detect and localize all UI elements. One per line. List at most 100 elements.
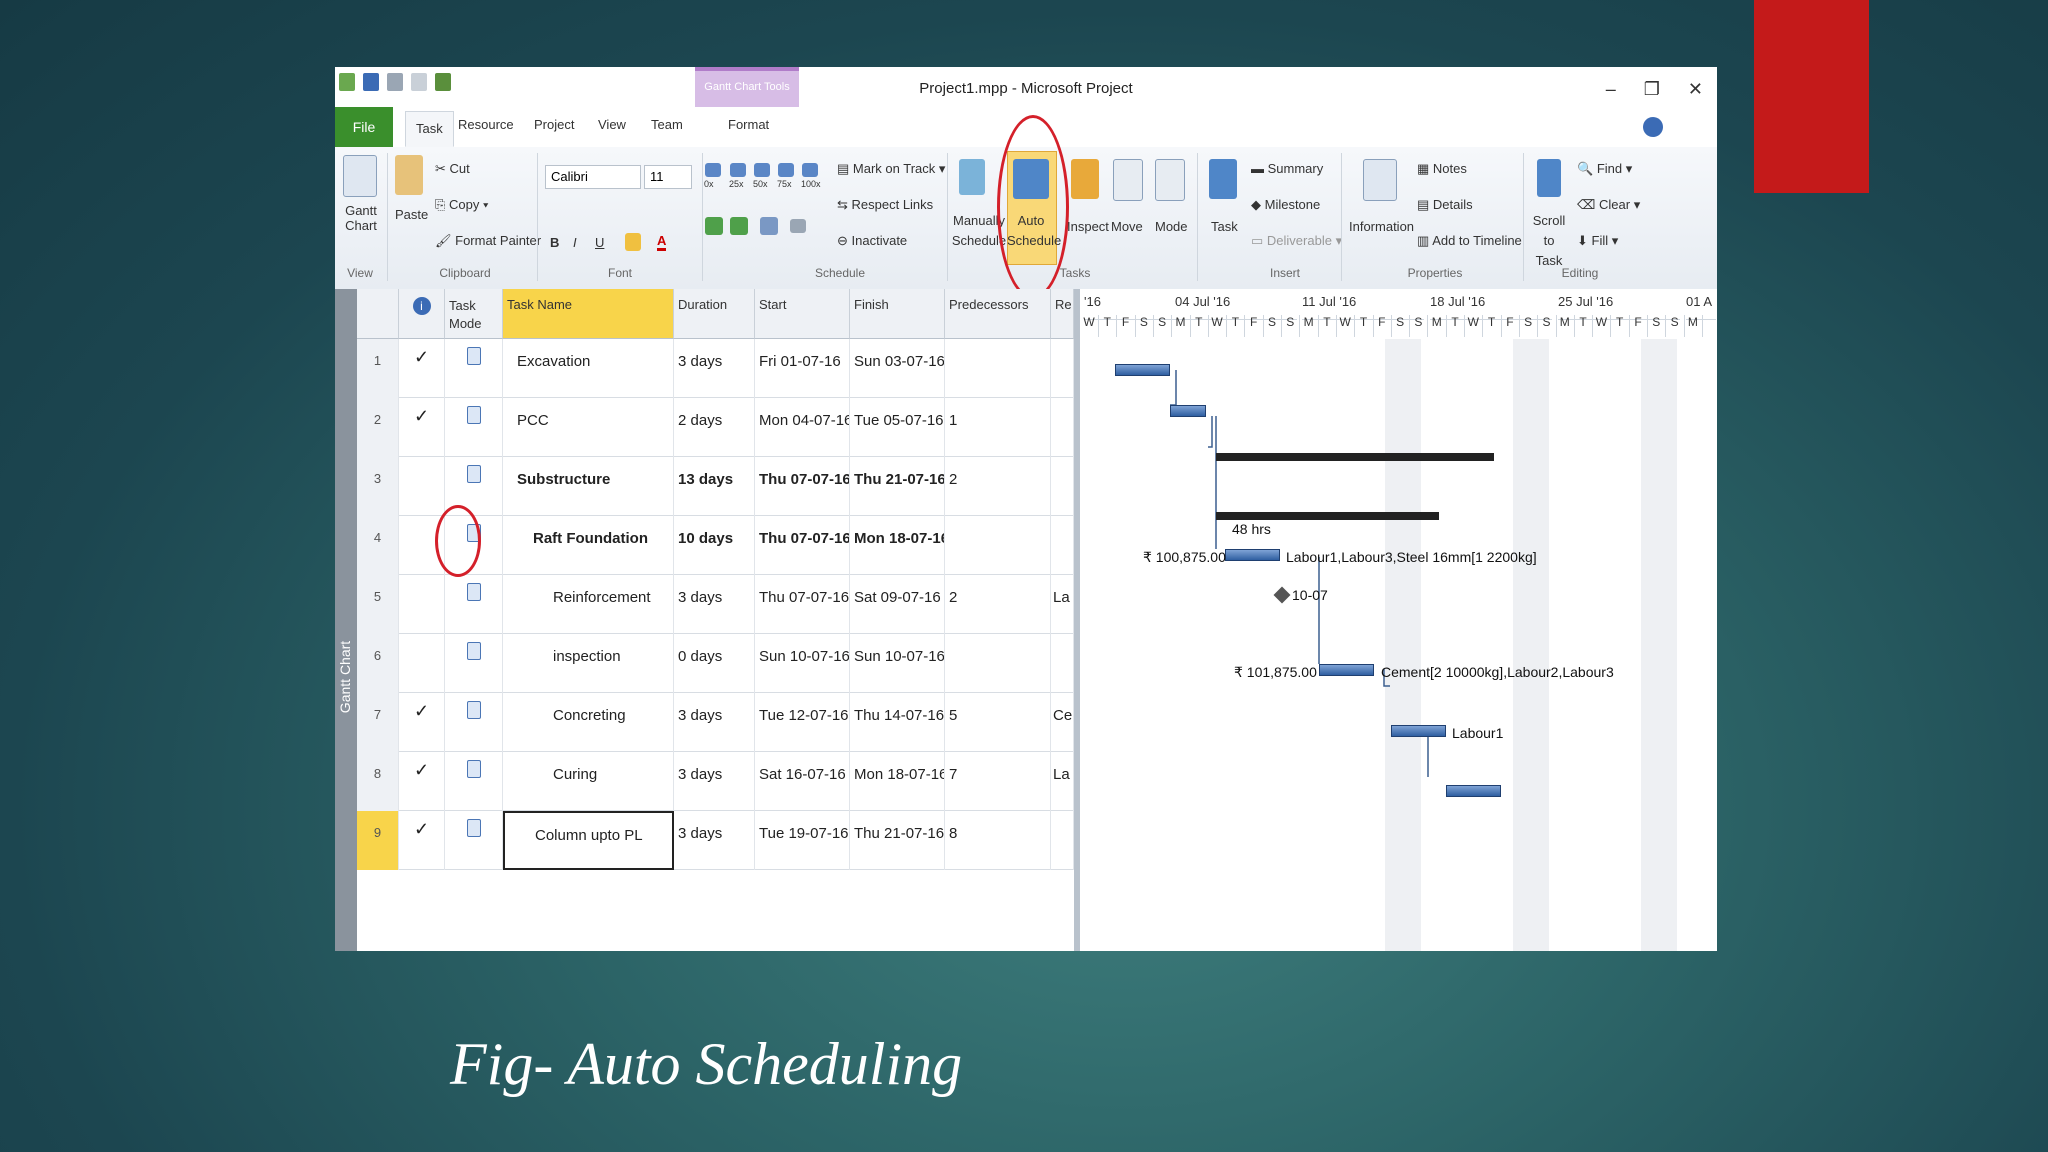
tab-view[interactable]: View xyxy=(598,117,626,132)
finish-cell[interactable]: Tue 05-07-16 xyxy=(850,398,945,457)
row-number[interactable]: 4 xyxy=(357,516,399,575)
duration-cell[interactable]: 3 days xyxy=(674,811,755,870)
restore-icon[interactable]: ❐ xyxy=(1644,79,1660,100)
row-number[interactable]: 6 xyxy=(357,634,399,693)
tab-team[interactable]: Team xyxy=(651,117,683,132)
predecessors-cell[interactable]: 2 xyxy=(945,575,1051,634)
row-number[interactable]: 8 xyxy=(357,752,399,811)
help-icon[interactable] xyxy=(1643,117,1663,137)
task-mode-cell[interactable] xyxy=(445,811,503,870)
fill-button[interactable]: ⬇ Fill ▾ xyxy=(1577,233,1618,249)
find-button[interactable]: 🔍 Find ▾ xyxy=(1577,161,1632,177)
bar-column[interactable] xyxy=(1446,785,1501,797)
task-mode-cell[interactable] xyxy=(445,693,503,752)
start-cell[interactable]: Thu 07-07-16 xyxy=(755,457,850,516)
task-mode-cell[interactable] xyxy=(445,752,503,811)
resource-cell[interactable] xyxy=(1051,811,1074,870)
cut-button[interactable]: ✂ Cut xyxy=(435,161,470,177)
summary-bar-substructure[interactable] xyxy=(1216,453,1494,461)
scroll-to-task-button[interactable]: Scroll to Task xyxy=(1529,211,1569,271)
resource-header[interactable]: Re xyxy=(1051,289,1074,339)
notes-button[interactable]: ▦ Notes xyxy=(1417,161,1467,177)
finish-cell[interactable]: Sat 09-07-16 xyxy=(850,575,945,634)
milestone-button[interactable]: ◆ Milestone xyxy=(1251,197,1320,213)
tab-project[interactable]: Project xyxy=(534,117,574,132)
pct-100-icon[interactable] xyxy=(802,163,818,177)
tab-resource[interactable]: Resource xyxy=(458,117,514,132)
resource-cell[interactable] xyxy=(1051,339,1074,398)
font-name-select[interactable]: Calibri xyxy=(545,165,641,189)
link-icon[interactable] xyxy=(760,217,778,235)
bar-reinforcement[interactable] xyxy=(1225,549,1280,561)
font-color-button[interactable]: A xyxy=(657,233,667,251)
task-button[interactable]: Task xyxy=(1211,219,1238,234)
font-size-select[interactable]: 11 xyxy=(644,165,692,189)
task-mode-cell[interactable] xyxy=(445,575,503,634)
predecessors-cell[interactable]: 8 xyxy=(945,811,1051,870)
row-number[interactable]: 9 xyxy=(357,811,399,870)
inactivate-button[interactable]: ⊖ Inactivate xyxy=(837,233,907,249)
finish-cell[interactable]: Thu 21-07-16 xyxy=(850,457,945,516)
resource-cell[interactable] xyxy=(1051,398,1074,457)
task-name-header[interactable]: Task Name xyxy=(503,289,674,339)
task-mode-cell[interactable] xyxy=(445,634,503,693)
tab-task[interactable]: Task xyxy=(405,111,454,147)
move-button[interactable]: Move xyxy=(1111,219,1143,234)
row-number[interactable]: 2 xyxy=(357,398,399,457)
highlight-icon[interactable] xyxy=(625,233,641,251)
paste-button[interactable]: Paste xyxy=(395,207,428,222)
format-painter-button[interactable]: 🖌 Format Painter xyxy=(435,233,541,249)
predecessors-cell[interactable] xyxy=(945,339,1051,398)
gantt-chart-button[interactable]: Gantt Chart xyxy=(341,203,381,233)
start-cell[interactable]: Fri 01-07-16 xyxy=(755,339,850,398)
duration-cell[interactable]: 0 days xyxy=(674,634,755,693)
table-row[interactable]: 2 ✓ PCC 2 days Mon 04-07-16 Tue 05-07-16 1 xyxy=(357,398,1074,457)
copy-button[interactable]: ⎘ Copy ▾ xyxy=(435,197,488,213)
minimize-icon[interactable]: – xyxy=(1606,79,1616,100)
resource-cell[interactable]: La xyxy=(1051,752,1074,811)
predecessors-cell[interactable] xyxy=(945,516,1051,575)
finish-cell[interactable]: Thu 21-07-16 xyxy=(850,811,945,870)
predecessors-cell[interactable] xyxy=(945,634,1051,693)
finish-cell[interactable]: Sun 10-07-16 xyxy=(850,634,945,693)
resource-cell[interactable] xyxy=(1051,634,1074,693)
task-name-cell[interactable]: Concreting xyxy=(503,693,674,752)
summary-button[interactable]: ▬ Summary xyxy=(1251,161,1323,176)
pct-25-icon[interactable] xyxy=(730,163,746,177)
predecessors-cell[interactable]: 2 xyxy=(945,457,1051,516)
duration-cell[interactable]: 10 days xyxy=(674,516,755,575)
predecessors-cell[interactable]: 1 xyxy=(945,398,1051,457)
predecessors-cell[interactable]: 7 xyxy=(945,752,1051,811)
task-name-cell[interactable]: Raft Foundation xyxy=(503,516,674,575)
resource-cell[interactable]: La xyxy=(1051,575,1074,634)
start-header[interactable]: Start xyxy=(755,289,850,339)
table-row[interactable]: 9 ✓ Column upto PL 3 days Tue 19-07-16 Thu 21… xyxy=(357,811,1074,870)
unlink-icon[interactable] xyxy=(790,219,806,233)
respect-links-button[interactable]: ⇆ Respect Links xyxy=(837,197,933,213)
task-name-cell[interactable]: Column upto PL xyxy=(503,811,674,870)
start-cell[interactable]: Tue 12-07-16 xyxy=(755,693,850,752)
deliverable-button[interactable]: ▭ Deliverable ▾ xyxy=(1251,233,1342,249)
bold-button[interactable]: B xyxy=(550,235,559,250)
resource-cell[interactable]: Ce xyxy=(1051,693,1074,752)
pct-50-icon[interactable] xyxy=(754,163,770,177)
table-row[interactable]: 5 Reinforcement 3 days Thu 07-07-16 Sat 09-0… xyxy=(357,575,1074,634)
clear-button[interactable]: ⌫ Clear ▾ xyxy=(1577,197,1640,213)
task-name-cell[interactable]: PCC xyxy=(503,398,674,457)
mode-button[interactable]: Mode xyxy=(1155,219,1188,234)
finish-cell[interactable]: Sun 03-07-16 xyxy=(850,339,945,398)
summary-bar-raft-foundation[interactable] xyxy=(1216,512,1439,520)
duration-header[interactable]: Duration xyxy=(674,289,755,339)
task-mode-header[interactable]: Task Mode xyxy=(445,289,503,339)
start-cell[interactable]: Thu 07-07-16 xyxy=(755,516,850,575)
finish-cell[interactable]: Mon 18-07-16 xyxy=(850,752,945,811)
tab-format[interactable]: Format xyxy=(728,117,769,132)
bar-pcc[interactable] xyxy=(1170,405,1206,417)
row-number[interactable]: 3 xyxy=(357,457,399,516)
pct-75-icon[interactable] xyxy=(778,163,794,177)
task-name-cell[interactable]: inspection xyxy=(503,634,674,693)
duration-cell[interactable]: 13 days xyxy=(674,457,755,516)
task-name-cell[interactable]: Excavation xyxy=(503,339,674,398)
start-cell[interactable]: Sat 16-07-16 xyxy=(755,752,850,811)
task-name-cell[interactable]: Substructure xyxy=(503,457,674,516)
